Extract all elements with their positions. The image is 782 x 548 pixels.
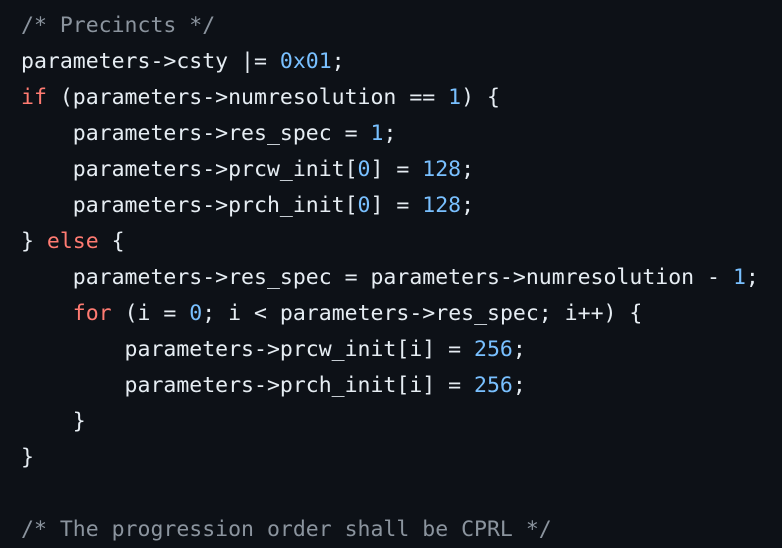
code-line: /* The progression order shall be CPRL *… (21, 512, 782, 548)
code-line: } else { (21, 224, 782, 260)
code-token-plain: parameters->prch_init[i] = (21, 373, 475, 398)
code-token-keyword: if (21, 85, 47, 110)
code-token-plain: (parameters->numresolution == (46, 85, 449, 110)
code-token-plain: ] = (370, 193, 423, 218)
code-line: } (21, 440, 782, 476)
code-token-plain: ; (461, 157, 475, 182)
code-token-plain: } (21, 409, 86, 434)
code-block: /* Precincts */ parameters->csty |= 0x01;… (0, 0, 782, 548)
code-token-comment: /* Precincts */ (21, 13, 216, 38)
code-token-plain: parameters->res_spec = parameters->numre… (21, 265, 733, 290)
code-token-plain: } (21, 229, 47, 254)
code-line: parameters->csty |= 0x01; (21, 44, 782, 80)
code-token-plain: ; i < parameters->res_spec; i++) { (202, 301, 643, 326)
code-token-plain: ; (745, 265, 759, 290)
code-token-plain: parameters->prcw_init[ (21, 157, 358, 182)
code-token-plain: ; (512, 373, 526, 398)
code-line: for (i = 0; i < parameters->res_spec; i+… (21, 296, 782, 332)
code-token-plain: parameters->prcw_init[i] = (21, 337, 475, 362)
code-token-keyword: else (46, 229, 99, 254)
code-line: /* Precincts */ (21, 8, 782, 44)
code-line: parameters->prch_init[i] = 256; (21, 368, 782, 404)
code-token-plain: ; (331, 49, 345, 74)
code-token-plain: ; (383, 121, 397, 146)
code-token-plain: parameters->csty |= (21, 49, 280, 74)
code-token-keyword: for (72, 301, 112, 326)
code-token-plain: { (98, 229, 125, 254)
code-token-plain: } (21, 445, 34, 470)
code-token-number: 1 (448, 85, 462, 110)
code-token-number: 128 (422, 193, 462, 218)
code-token-number: 1 (732, 265, 746, 290)
code-token-number: 0x01 (279, 49, 332, 74)
code-token-plain: ) { (461, 85, 500, 110)
code-line: parameters->prch_init[0] = 128; (21, 188, 782, 224)
code-line: } (21, 404, 782, 440)
code-token-number: 0 (357, 193, 371, 218)
code-line: parameters->prcw_init[i] = 256; (21, 332, 782, 368)
code-token-plain: parameters->res_spec = (21, 121, 371, 146)
code-token-plain: (i = (111, 301, 190, 326)
code-line: if (parameters->numresolution == 1) { (21, 80, 782, 116)
code-token-number: 256 (474, 373, 513, 398)
code-line: parameters->res_spec = parameters->numre… (21, 260, 782, 296)
code-token-plain: ; (461, 193, 475, 218)
code-token-comment: /* The progression order shall be CPRL *… (21, 517, 552, 542)
code-line: parameters->prcw_init[0] = 128; (21, 152, 782, 188)
code-token-number: 0 (357, 157, 371, 182)
code-line: parameters->res_spec = 1; (21, 116, 782, 152)
code-token-number: 0 (189, 301, 203, 326)
code-token-plain: ] = (370, 157, 423, 182)
code-token-number: 1 (370, 121, 384, 146)
code-token-number: 128 (422, 157, 462, 182)
code-token-plain: parameters->prch_init[ (21, 193, 358, 218)
code-token-number: 256 (474, 337, 513, 362)
code-token-plain: ; (512, 337, 526, 362)
